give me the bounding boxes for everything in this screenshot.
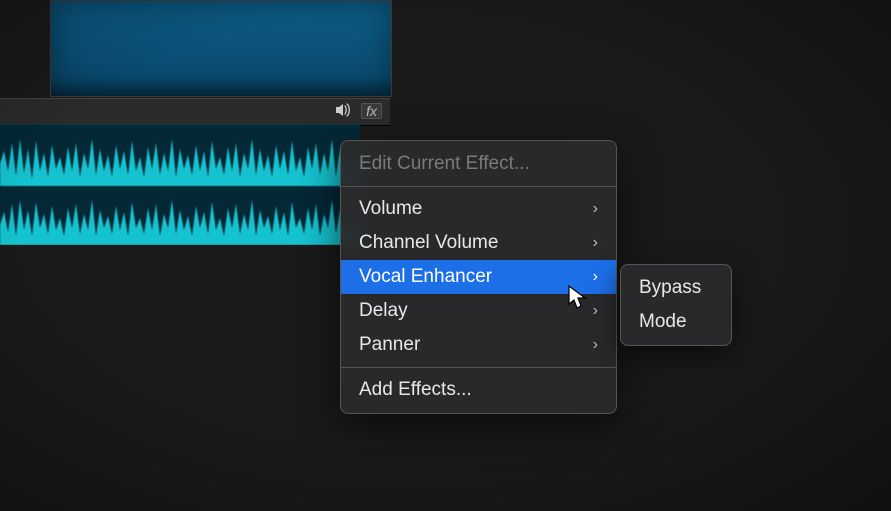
menu-item-label: Delay	[359, 300, 408, 322]
chevron-right-icon: ›	[593, 234, 598, 252]
menu-separator	[341, 186, 616, 187]
menu-header-label: Edit Current Effect...	[359, 153, 530, 175]
chevron-right-icon: ›	[593, 268, 598, 286]
waveform-channel-2	[0, 190, 360, 245]
audio-clip[interactable]	[0, 124, 360, 245]
menu-item-channel-volume[interactable]: Channel Volume ›	[341, 226, 616, 260]
menu-item-label: Volume	[359, 198, 422, 220]
menu-item-label: Add Effects...	[359, 379, 472, 401]
menu-header-edit-current-effect: Edit Current Effect...	[341, 147, 616, 181]
submenu-item-bypass[interactable]: Bypass	[621, 271, 731, 305]
menu-item-vocal-enhancer[interactable]: Vocal Enhancer ›	[341, 260, 616, 294]
menu-item-label: Channel Volume	[359, 232, 498, 254]
menu-separator	[341, 367, 616, 368]
menu-item-volume[interactable]: Volume ›	[341, 192, 616, 226]
speaker-icon[interactable]	[335, 103, 351, 119]
video-clip[interactable]	[50, 0, 392, 97]
chevron-right-icon: ›	[593, 336, 598, 354]
chevron-right-icon: ›	[593, 200, 598, 218]
fx-icon[interactable]: fx	[361, 103, 382, 119]
menu-item-label: Panner	[359, 334, 420, 356]
chevron-right-icon: ›	[593, 302, 598, 320]
menu-item-panner[interactable]: Panner ›	[341, 328, 616, 362]
submenu-item-mode[interactable]: Mode	[621, 305, 731, 339]
submenu-item-label: Mode	[639, 311, 687, 333]
waveform-channel-1	[0, 131, 360, 186]
menu-item-label: Vocal Enhancer	[359, 266, 492, 288]
vocal-enhancer-submenu[interactable]: Bypass Mode	[620, 264, 732, 346]
menu-item-delay[interactable]: Delay ›	[341, 294, 616, 328]
timeline-track-area: fx	[0, 0, 380, 250]
menu-item-add-effects[interactable]: Add Effects...	[341, 373, 616, 407]
track-header-divider: fx	[0, 98, 390, 126]
submenu-item-label: Bypass	[639, 277, 701, 299]
effects-context-menu[interactable]: Edit Current Effect... Volume › Channel …	[340, 140, 617, 414]
